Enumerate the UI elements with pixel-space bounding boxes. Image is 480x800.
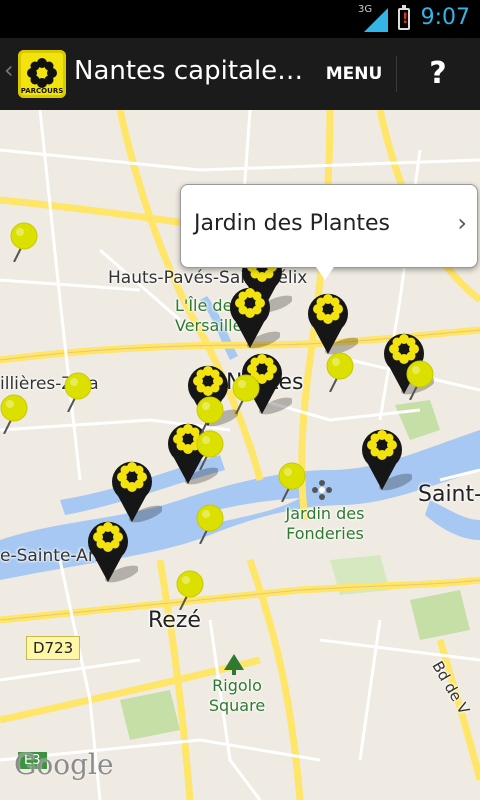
status-time: 9:07 — [420, 5, 470, 30]
map-dot-marker[interactable] — [0, 394, 28, 434]
map-dot-marker[interactable] — [196, 430, 224, 470]
status-bar: 3G ! 9:07 — [0, 0, 480, 38]
map-dot-marker[interactable] — [176, 570, 204, 610]
google-logo: Google — [14, 748, 114, 781]
road-label-d723: D723 — [26, 636, 81, 660]
map-marker[interactable] — [302, 284, 358, 356]
map-dot-marker[interactable] — [326, 352, 354, 392]
map-dot-marker[interactable] — [10, 222, 38, 262]
map-dot-marker[interactable] — [232, 374, 260, 414]
map-dot-marker[interactable] — [406, 360, 434, 400]
signal-icon — [364, 8, 388, 32]
app-logo[interactable]: PARCOURS — [18, 50, 66, 98]
callout-tail — [314, 264, 336, 280]
battery-warning-icon: ! — [398, 5, 410, 30]
map-label-saint: Saint- — [418, 482, 480, 507]
map-dot-marker[interactable] — [64, 372, 92, 412]
chevron-right-icon: › — [457, 209, 467, 237]
action-bar: ‹ PARCOURS Nantes capitale… MENU ? — [0, 38, 480, 112]
map-marker[interactable] — [356, 420, 412, 492]
help-button[interactable]: ? — [410, 50, 466, 98]
logo-text: PARCOURS — [20, 87, 64, 95]
map-callout[interactable]: Jardin des Plantes › — [180, 184, 478, 268]
menu-button[interactable]: MENU — [318, 54, 390, 94]
chevron-left-icon[interactable]: ‹ — [4, 56, 14, 84]
action-bar-divider — [396, 56, 397, 92]
page-title: Nantes capitale… — [74, 56, 304, 86]
map-label-rigolo-square: Rigolo Square — [208, 676, 266, 715]
tree-icon — [224, 654, 244, 675]
callout-title: Jardin des Plantes — [194, 211, 391, 236]
map-marker[interactable] — [224, 278, 280, 350]
map-dot-marker[interactable] — [196, 504, 224, 544]
map-label-jardin-fonderies: Jardin des Fonderies — [285, 504, 365, 543]
map-label-reze: Rezé — [148, 608, 201, 633]
map-marker[interactable] — [82, 512, 138, 584]
map-dot-marker[interactable] — [278, 462, 306, 502]
garden-icon — [312, 480, 332, 500]
